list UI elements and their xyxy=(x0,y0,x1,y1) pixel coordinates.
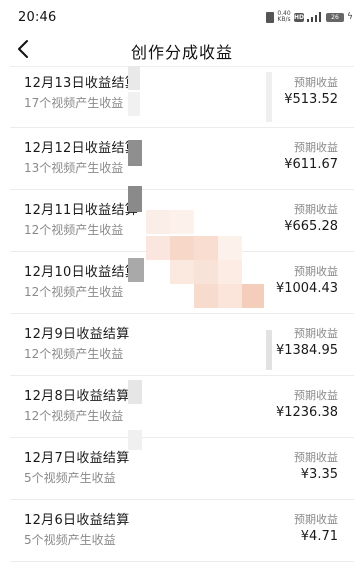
settlement-amount: ¥1236.38 xyxy=(275,405,338,420)
expected-income-label: 预期收益 xyxy=(294,451,338,464)
settlement-title: 12月10日收益结算 xyxy=(24,265,139,280)
nav-bar: 创作分成收益 xyxy=(0,34,364,66)
net-speed: 0.40 KB/s xyxy=(277,10,291,23)
settlement-row[interactable]: 12月13日收益结算 17个视频产生收益 预期收益 ¥513.52 xyxy=(0,66,364,128)
settlement-title: 12月12日收益结算 xyxy=(24,141,139,156)
settlement-amount: ¥513.52 xyxy=(284,92,338,107)
expected-income-label: 预期收益 xyxy=(294,141,338,154)
settlement-row[interactable]: 12月10日收益结算 12个视频产生收益 预期收益 ¥1004.43 xyxy=(0,252,364,314)
status-icons: 0.40 KB/s HD 26 ϟ xyxy=(266,10,353,23)
vibrate-icon xyxy=(266,11,274,23)
settlement-title: 12月9日收益结算 xyxy=(24,327,130,342)
settlement-subtitle: 12个视频产生收益 xyxy=(24,285,124,299)
settlement-title: 12月13日收益结算 xyxy=(24,76,139,91)
expected-income-label: 预期收益 xyxy=(294,327,338,340)
charging-icon: ϟ xyxy=(347,12,353,22)
settlement-subtitle: 5个视频产生收益 xyxy=(24,471,116,485)
expected-income-label: 预期收益 xyxy=(294,76,338,89)
settlement-title: 12月7日收益结算 xyxy=(24,451,130,466)
expected-income-label: 预期收益 xyxy=(294,265,338,278)
settlement-amount: ¥1384.95 xyxy=(275,343,338,358)
expected-income-label: 预期收益 xyxy=(294,203,338,216)
settlement-subtitle: 13个视频产生收益 xyxy=(24,161,124,175)
settlement-amount: ¥4.71 xyxy=(300,529,338,544)
settlement-subtitle: 17个视频产生收益 xyxy=(24,96,124,110)
battery-icon: 26 xyxy=(326,12,344,22)
signal-icon xyxy=(307,12,323,22)
settlement-subtitle: 12个视频产生收益 xyxy=(24,223,124,237)
settlement-amount: ¥1004.43 xyxy=(275,281,338,296)
expected-income-label: 预期收益 xyxy=(294,389,338,402)
status-time: 20:46 xyxy=(18,10,57,25)
hd-icon: HD xyxy=(294,12,305,22)
settlement-subtitle: 12个视频产生收益 xyxy=(24,347,124,361)
settlement-amount: ¥3.35 xyxy=(300,467,338,482)
settlement-row[interactable]: 12月11日收益结算 12个视频产生收益 预期收益 ¥665.28 xyxy=(0,190,364,252)
settlement-row[interactable]: 12月7日收益结算 5个视频产生收益 预期收益 ¥3.35 xyxy=(0,438,364,500)
settlement-row[interactable]: 12月9日收益结算 12个视频产生收益 预期收益 ¥1384.95 xyxy=(0,314,364,376)
expected-income-label: 预期收益 xyxy=(294,513,338,526)
settlement-title: 12月11日收益结算 xyxy=(24,203,139,218)
row-divider xyxy=(10,561,354,562)
status-bar: 20:46 0.40 KB/s HD 26 ϟ xyxy=(0,0,364,34)
page-title: 创作分成收益 xyxy=(130,43,233,62)
settlement-row[interactable]: 12月8日收益结算 12个视频产生收益 预期收益 ¥1236.38 xyxy=(0,376,364,438)
settlement-title: 12月6日收益结算 xyxy=(24,513,130,528)
settlement-amount: ¥611.67 xyxy=(284,157,338,172)
settlement-amount: ¥665.28 xyxy=(284,219,338,234)
settlement-title: 12月8日收益结算 xyxy=(24,389,130,404)
settlement-row[interactable]: 12月6日收益结算 5个视频产生收益 预期收益 ¥4.71 xyxy=(0,500,364,562)
settlement-subtitle: 12个视频产生收益 xyxy=(24,409,124,423)
settlement-row[interactable]: 12月12日收益结算 13个视频产生收益 预期收益 ¥611.67 xyxy=(0,128,364,190)
settlement-subtitle: 5个视频产生收益 xyxy=(24,533,116,547)
